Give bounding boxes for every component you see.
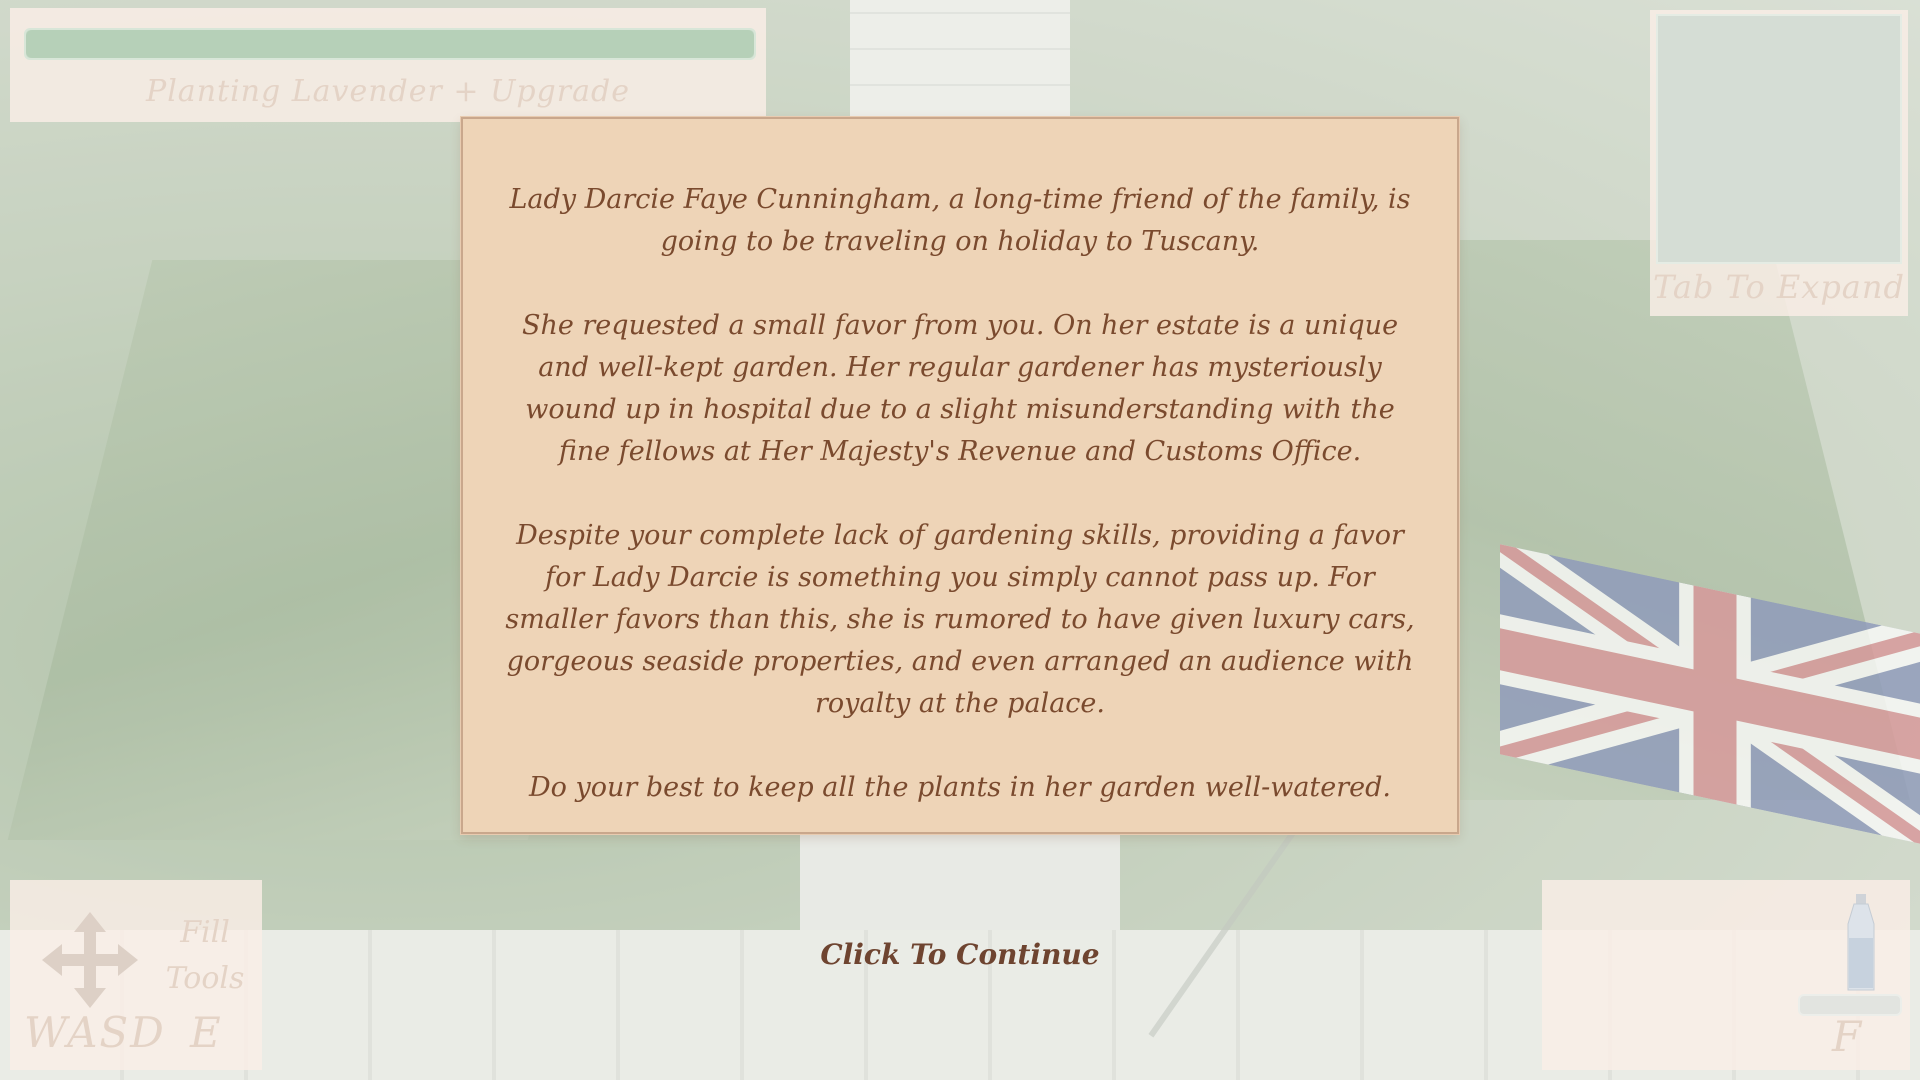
controls-panel: Fill Tools WASD E bbox=[10, 880, 262, 1070]
minimap-view[interactable] bbox=[1656, 14, 1902, 264]
move-arrows-icon bbox=[40, 910, 140, 1010]
use-tool-key-label: F bbox=[1832, 1012, 1862, 1061]
story-dialog[interactable]: Lady Darcie Faye Cunningham, a long-time… bbox=[461, 117, 1459, 834]
fill-key-label: E bbox=[190, 1008, 221, 1057]
dialog-paragraph-1: Lady Darcie Faye Cunningham, a long-time… bbox=[509, 184, 1411, 257]
task-panel: Planting Lavender + Upgrade bbox=[10, 8, 766, 122]
dialog-paragraph-2: She requested a small favor from you. On… bbox=[521, 310, 1399, 467]
fill-hint-line1: Fill bbox=[180, 915, 230, 950]
tool-panel: F bbox=[1542, 880, 1910, 1070]
fill-hint-line2: Tools bbox=[165, 961, 245, 996]
water-bottle-icon bbox=[1844, 894, 1878, 994]
task-progress-bar bbox=[24, 28, 756, 60]
minimap-expand-hint: Tab To Expand bbox=[1653, 268, 1905, 306]
task-label: Planting Lavender + Upgrade bbox=[146, 74, 630, 109]
dialog-paragraph-3: Despite your complete lack of gardening … bbox=[505, 520, 1415, 719]
fill-tools-hint: Fill Tools bbox=[160, 910, 250, 1002]
task-progress-fill bbox=[26, 30, 754, 58]
minimap-panel[interactable]: Tab To Expand bbox=[1650, 10, 1908, 316]
click-to-continue-button[interactable]: Click To Continue bbox=[760, 938, 1160, 971]
move-key-label: WASD bbox=[24, 1008, 166, 1057]
dialog-paragraph-4: Do your best to keep all the plants in h… bbox=[529, 772, 1391, 803]
